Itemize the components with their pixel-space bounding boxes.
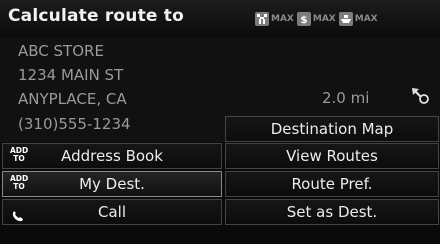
set-as-dest-button[interactable]: Set as Dest. bbox=[225, 199, 439, 225]
my-dest-button[interactable]: ADD TO My Dest. bbox=[2, 171, 222, 197]
page-title: Calculate route to bbox=[8, 6, 184, 26]
highway-icon bbox=[255, 12, 269, 26]
view-routes-label: View Routes bbox=[286, 147, 378, 165]
highway-pref: MAX bbox=[255, 12, 294, 26]
destination-phone: (310)555-1234 bbox=[18, 115, 131, 133]
destination-city: ANYPLACE, CA bbox=[18, 90, 127, 108]
header-bar: Calculate route to MAX $ MAX MAX bbox=[0, 0, 440, 39]
call-label: Call bbox=[97, 203, 126, 221]
route-pref-label: Route Pref. bbox=[291, 175, 373, 193]
toll-icon: $ bbox=[296, 12, 311, 26]
toll-pref: $ MAX bbox=[296, 12, 336, 26]
ferry-icon bbox=[338, 12, 353, 26]
highway-pref-label: MAX bbox=[271, 14, 294, 24]
phone-icon bbox=[11, 206, 25, 230]
destination-map-label: Destination Map bbox=[270, 120, 394, 138]
view-routes-button[interactable]: View Routes bbox=[225, 143, 439, 169]
address-book-label: Address Book bbox=[61, 147, 163, 165]
destination-name: ABC STORE bbox=[18, 42, 104, 60]
route-preference-indicators: MAX $ MAX MAX bbox=[255, 9, 436, 29]
address-book-button[interactable]: ADD TO Address Book bbox=[2, 143, 222, 169]
call-button[interactable]: Call bbox=[2, 199, 222, 225]
ferry-pref: MAX bbox=[338, 12, 378, 26]
toll-pref-label: MAX bbox=[312, 14, 336, 24]
add-to-icon: ADD TO bbox=[10, 146, 29, 163]
ferry-pref-label: MAX bbox=[354, 14, 378, 24]
set-as-dest-label: Set as Dest. bbox=[286, 203, 378, 221]
destination-map-button[interactable]: Destination Map bbox=[225, 116, 439, 142]
route-pref-button[interactable]: Route Pref. bbox=[225, 171, 439, 197]
add-to-icon: ADD TO bbox=[10, 174, 29, 191]
bottom-strip bbox=[0, 228, 440, 244]
destination-street: 1234 MAIN ST bbox=[18, 66, 124, 84]
svg-text:$: $ bbox=[300, 15, 307, 25]
my-dest-label: My Dest. bbox=[79, 175, 145, 193]
direction-arrow-icon bbox=[410, 86, 432, 110]
distance-value: 2.0 mi bbox=[322, 89, 370, 107]
